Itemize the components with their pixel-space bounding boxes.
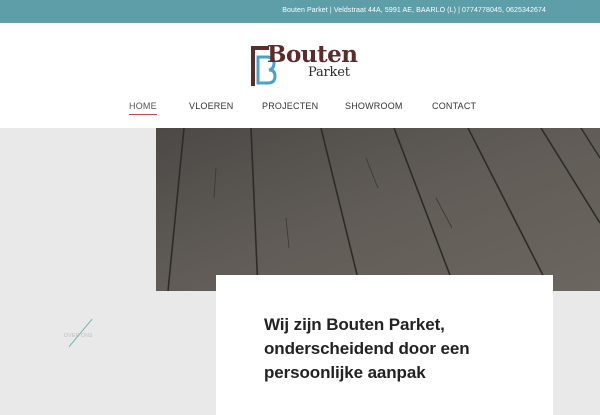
nav-label-projecten: PROJECTEN [262, 101, 319, 111]
nav-label-home: HOME [129, 101, 157, 111]
logo[interactable]: Bouten Parket [250, 41, 358, 89]
contact-info-text: Bouten Parket | Veldstraat 44A, 5991 AE,… [282, 7, 546, 14]
top-info-bar: Bouten Parket | Veldstraat 44A, 5991 AE,… [0, 0, 600, 23]
nav-item-projecten[interactable]: PROJECTEN [262, 101, 318, 111]
nav-item-showroom[interactable]: SHOWROOM [345, 101, 403, 111]
over-ons-link[interactable]: OVER ONS [64, 333, 93, 339]
nav-label-showroom: SHOWROOM [345, 101, 403, 111]
hero-floor-image [156, 128, 600, 291]
main-nav: HOME VLOEREN PROJECTEN SHOWROOM CONTACT [0, 101, 600, 121]
nav-item-vloeren[interactable]: VLOEREN [189, 101, 233, 111]
site-header: Bouten Parket HOME VLOEREN PROJECTEN SHO… [0, 23, 600, 128]
intro-heading: Wij zijn Bouten Parket, onderscheidend d… [264, 315, 470, 382]
active-underline [129, 114, 157, 115]
nav-item-home[interactable]: HOME [129, 101, 157, 115]
logo-word-parket: Parket [308, 65, 350, 80]
nav-label-vloeren: VLOEREN [189, 101, 234, 111]
wood-floor-picture [156, 128, 600, 291]
nav-item-contact[interactable]: CONTACT [432, 101, 476, 111]
intro-card: Wij zijn Bouten Parket, onderscheidend d… [216, 275, 553, 415]
nav-label-contact: CONTACT [432, 101, 477, 111]
